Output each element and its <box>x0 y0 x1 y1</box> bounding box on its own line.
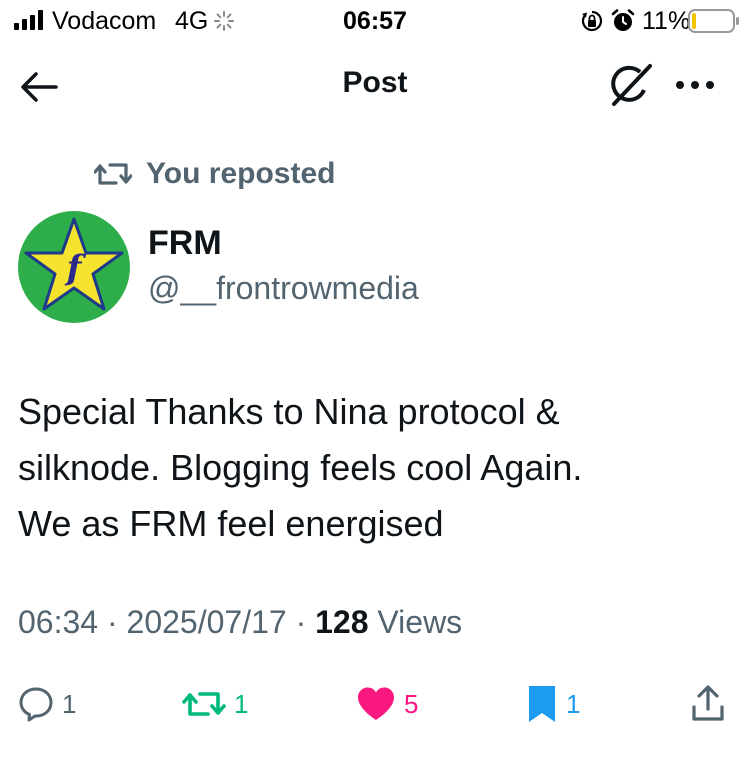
post-text: Special Thanks to Nina protocol & silkno… <box>18 384 738 552</box>
meta-separator: · <box>98 604 127 640</box>
share-button[interactable] <box>690 682 726 726</box>
share-icon <box>692 685 724 721</box>
rotation-lock-icon <box>581 10 603 32</box>
reply-icon <box>19 687 53 722</box>
battery-icon <box>688 9 739 33</box>
post-text-line: silknode. Blogging feels cool Again. <box>18 447 583 488</box>
repost-count: 1 <box>234 688 249 719</box>
post-text-line: Special Thanks to Nina protocol & <box>18 391 560 432</box>
post-text-line: We as FRM feel energised <box>18 503 444 544</box>
post-meta: 06:34 · 2025/07/17 · 128 Views <box>18 604 462 641</box>
bookmark-count: 1 <box>566 688 581 719</box>
grok-icon[interactable] <box>606 62 656 108</box>
post-date: 2025/07/17 <box>126 604 287 640</box>
bookmark-button[interactable]: 1 <box>526 682 580 726</box>
reply-count: 1 <box>62 688 77 719</box>
repost-icon <box>94 163 132 185</box>
battery-percentage: 11% <box>642 7 691 35</box>
repost-label: You reposted <box>146 157 336 190</box>
status-time: 06:57 <box>343 7 407 35</box>
meta-separator: · <box>286 604 316 640</box>
avatar[interactable]: f <box>18 211 130 323</box>
alarm-icon <box>611 9 635 31</box>
repost-button[interactable]: 1 <box>182 682 248 726</box>
author-name[interactable]: FRM <box>148 224 222 263</box>
like-button[interactable]: 5 <box>356 682 418 726</box>
more-icon[interactable] <box>672 70 718 100</box>
repost-indicator: You reposted <box>94 154 335 194</box>
reply-button[interactable]: 1 <box>18 682 76 726</box>
views-label: Views <box>368 604 463 640</box>
like-count: 5 <box>404 688 419 719</box>
status-bar: Vodacom 4G 06:57 11% <box>0 0 750 44</box>
post-time: 06:34 <box>18 604 99 640</box>
bookmark-icon <box>529 686 555 722</box>
repost-icon <box>182 692 226 716</box>
like-icon <box>358 687 394 720</box>
author-handle[interactable]: @__frontrowmedia <box>148 270 419 307</box>
views-count[interactable]: 128 <box>315 604 368 640</box>
